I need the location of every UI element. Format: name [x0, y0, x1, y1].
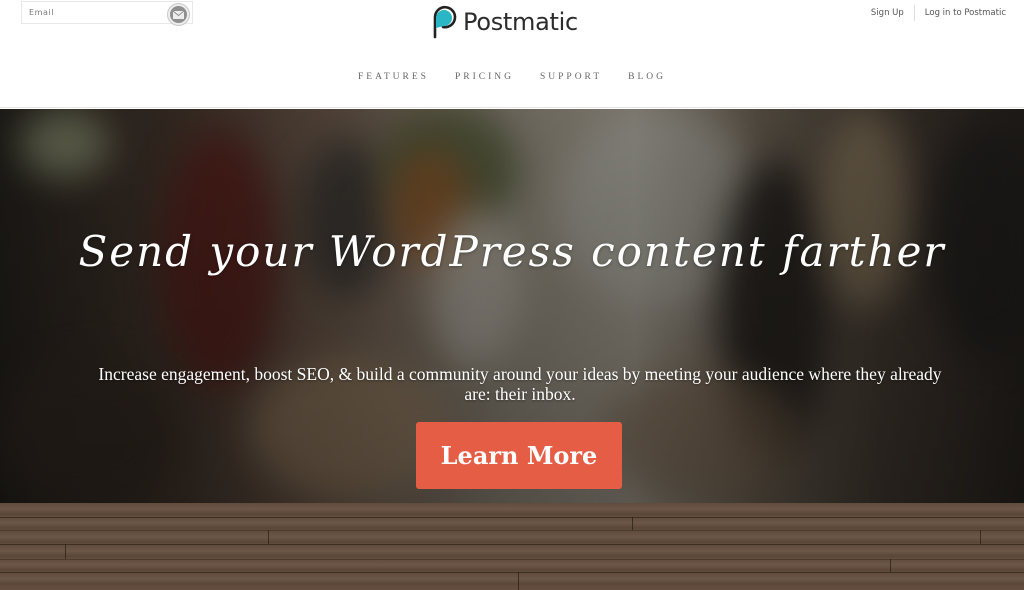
- postmatic-logo-icon: [433, 5, 457, 39]
- account-links: Sign Up Log in to Postmatic: [871, 5, 1006, 21]
- email-signup-form: [21, 1, 193, 26]
- link-divider: [913, 5, 915, 21]
- wood-floor-image: [0, 503, 1024, 590]
- nav-features[interactable]: FEATURES: [358, 72, 429, 82]
- hero-subhead: Increase engagement, boost SEO, & build …: [98, 364, 942, 404]
- nav-support[interactable]: SUPPORT: [540, 72, 602, 82]
- email-input[interactable]: [22, 2, 162, 23]
- email-submit-button[interactable]: [167, 3, 190, 26]
- logo-text: Postmatic: [463, 8, 578, 36]
- hero-headline: Send your WordPress content farther: [78, 227, 946, 276]
- site-header: Postmatic Sign Up Log in to Postmatic FE…: [0, 0, 1024, 108]
- envelope-icon: [170, 6, 187, 23]
- learn-more-button[interactable]: Learn More: [416, 422, 622, 489]
- sign-up-link[interactable]: Sign Up: [871, 8, 904, 18]
- hero-section: Send your WordPress content farther Incr…: [0, 109, 1024, 504]
- postmatic-logo[interactable]: Postmatic: [429, 4, 578, 40]
- login-link[interactable]: Log in to Postmatic: [925, 8, 1006, 18]
- nav-blog[interactable]: BLOG: [628, 72, 666, 82]
- nav-pricing[interactable]: PRICING: [455, 72, 514, 82]
- main-nav: FEATURES PRICING SUPPORT BLOG: [0, 72, 1024, 82]
